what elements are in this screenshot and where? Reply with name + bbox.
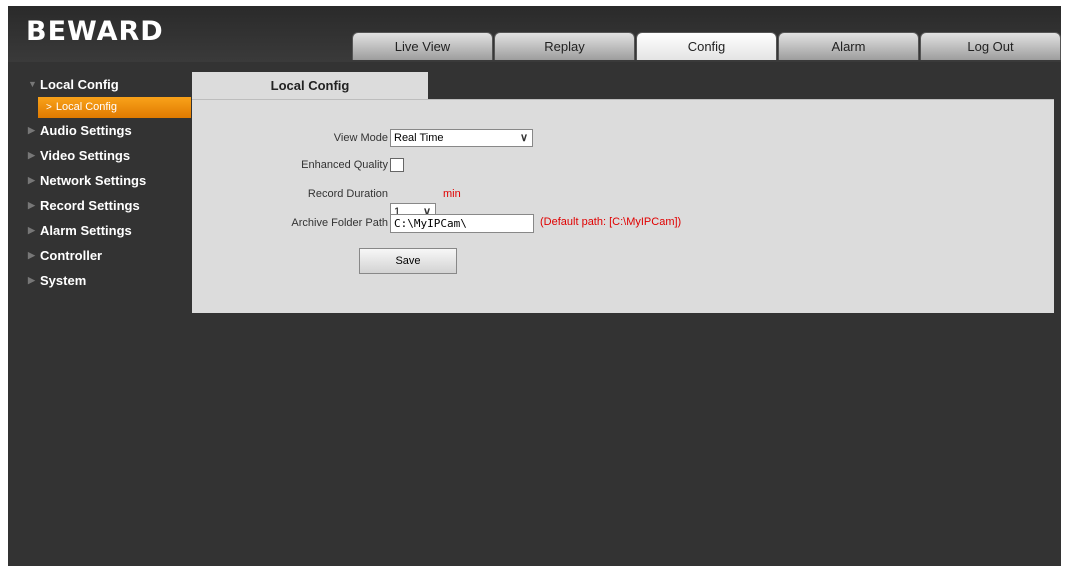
sidebar-item-audio-settings[interactable]: ▶ Audio Settings	[28, 118, 191, 143]
archive-path-input[interactable]: C:\MyIPCam\	[390, 214, 534, 233]
sidebar-item-label: Network Settings	[40, 173, 147, 188]
sidebar-item-video-settings[interactable]: ▶ Video Settings	[28, 143, 191, 168]
sidebar: ▼ Local Config > Local Config ▶ Audio Set…	[28, 72, 191, 293]
sidebar-item-alarm-settings[interactable]: ▶ Alarm Settings	[28, 218, 191, 243]
archive-path-row: Archive Folder Path	[192, 214, 388, 234]
sidebar-item-label: System	[40, 273, 87, 288]
sidebar-item-label: Record Settings	[40, 198, 140, 213]
triangle-right-icon: ▶	[28, 200, 35, 210]
triangle-right-icon: ▶	[28, 275, 35, 285]
view-mode-value: Real Time	[394, 132, 444, 144]
triangle-right-icon: ▶	[28, 150, 35, 160]
archive-path-label: Archive Folder Path	[291, 217, 388, 229]
sidebar-item-label: Alarm Settings	[40, 223, 132, 238]
content-tab-local-config: Local Config	[192, 72, 428, 99]
triangle-right-icon: ▶	[28, 125, 35, 135]
sidebar-item-network-settings[interactable]: ▶ Network Settings	[28, 168, 191, 193]
sidebar-item-label: Audio Settings	[40, 123, 132, 138]
record-duration-label: Record Duration	[307, 188, 388, 200]
sidebar-item-system[interactable]: ▶ System	[28, 268, 191, 293]
sidebar-item-label: Local Config	[40, 77, 119, 92]
enhanced-quality-label: Enhanced Quality	[301, 159, 388, 171]
sidebar-item-record-settings[interactable]: ▶ Record Settings	[28, 193, 191, 218]
record-duration-unit: min	[443, 188, 461, 200]
app-frame: BEWARD Live View Replay Config Alarm Log…	[8, 6, 1061, 566]
view-mode-row: View Mode	[192, 129, 388, 149]
triangle-right-icon: ▶	[28, 225, 35, 235]
sidebar-item-controller[interactable]: ▶ Controller	[28, 243, 191, 268]
enhanced-quality-checkbox[interactable]	[390, 158, 404, 172]
tab-live-view[interactable]: Live View	[352, 32, 493, 60]
tab-config[interactable]: Config	[636, 32, 777, 60]
triangle-right-icon: ▶	[28, 175, 35, 185]
sidebar-subitem-local-config[interactable]: > Local Config	[38, 97, 191, 118]
sidebar-item-label: Controller	[40, 248, 103, 263]
archive-path-hint: (Default path: [C:\MyIPCam])	[540, 216, 682, 228]
triangle-down-icon: ▼	[28, 79, 37, 89]
record-duration-row: Record Duration	[192, 185, 388, 205]
enhanced-quality-row: Enhanced Quality	[192, 156, 388, 176]
sidebar-subitem-label: Local Config	[55, 101, 117, 113]
tab-log-out[interactable]: Log Out	[920, 32, 1061, 60]
header: BEWARD Live View Replay Config Alarm Log…	[8, 6, 1061, 62]
sidebar-item-label: Video Settings	[40, 148, 131, 163]
view-mode-select[interactable]: Real Time ∨	[390, 129, 533, 147]
tab-alarm[interactable]: Alarm	[778, 32, 919, 60]
triangle-right-icon: ▶	[28, 250, 35, 260]
save-button[interactable]: Save	[359, 248, 457, 274]
view-mode-label: View Mode	[333, 132, 388, 144]
chevron-down-icon: ∨	[519, 132, 528, 144]
beward-logo: BEWARD	[26, 16, 164, 47]
tab-replay[interactable]: Replay	[494, 32, 635, 60]
settings-panel: View Mode Real Time ∨ Enhanced Quality R…	[192, 99, 1054, 313]
main-tabs: Live View Replay Config Alarm Log Out	[352, 32, 1062, 62]
chevron-right-icon: >	[46, 102, 52, 113]
sidebar-item-local-config[interactable]: ▼ Local Config	[28, 72, 191, 97]
